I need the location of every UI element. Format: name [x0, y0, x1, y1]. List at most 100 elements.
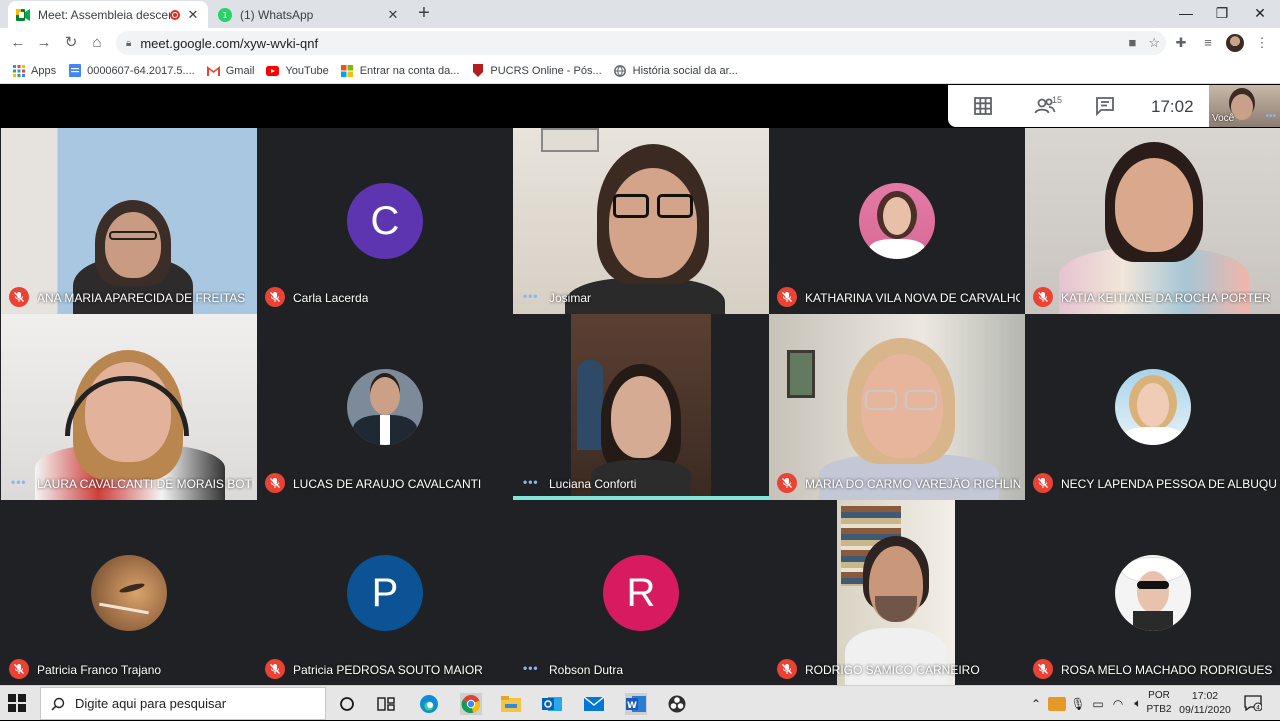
- chat-icon[interactable]: [1094, 95, 1116, 117]
- battery-icon[interactable]: ▭: [1088, 697, 1108, 711]
- participant-tile[interactable]: C Carla Lacerda: [257, 128, 513, 314]
- participant-avatar: C: [347, 183, 423, 259]
- word-icon[interactable]: W: [625, 693, 647, 715]
- bookmark-apps[interactable]: Apps: [12, 64, 56, 77]
- participant-name: NECY LAPENDA PESSOA DE ALBUQUE...: [1061, 477, 1276, 491]
- participant-video: [571, 314, 711, 500]
- search-icon: [51, 697, 65, 711]
- bookmark-youtube[interactable]: YouTube: [266, 64, 329, 77]
- system-clock[interactable]: 17:02 09/11/2020: [1172, 689, 1238, 717]
- bookmark-star-icon[interactable]: ☆: [1148, 35, 1160, 51]
- participant-tile[interactable]: Patricia Franco Trajano: [1, 500, 257, 686]
- system-tray: ⌃ 🎙︎ ▭ ◠ 🔈︎: [1028, 686, 1148, 721]
- bookmark-docs[interactable]: 0000607-64.2017.5....: [68, 64, 195, 77]
- minimize-button[interactable]: —: [1166, 0, 1206, 28]
- new-tab-button[interactable]: +: [414, 3, 434, 24]
- self-view-tile[interactable]: Você •••: [1209, 85, 1280, 127]
- grid-layout-icon[interactable]: [972, 95, 994, 117]
- self-view-label: Você: [1212, 113, 1235, 124]
- tab-whatsapp[interactable]: 1 (1) WhatsApp ✕: [210, 1, 408, 28]
- back-icon[interactable]: ←: [8, 33, 28, 53]
- participant-name: Robson Dutra: [549, 663, 624, 677]
- muted-mic-icon: [265, 473, 285, 493]
- participant-tile[interactable]: ••• LAURA CAVALCANTI DE MORAIS BOTE...: [1, 314, 257, 500]
- profile-avatar[interactable]: [1226, 34, 1244, 52]
- address-bar[interactable]: 🔒︎ meet.google.com/xyw-wvki-qnf ■ ☆: [116, 31, 1166, 55]
- cortana-icon[interactable]: [337, 694, 357, 714]
- mail-icon[interactable]: [584, 694, 604, 714]
- participant-video: [1, 128, 257, 314]
- media-control-icon[interactable]: ≡: [1198, 33, 1218, 53]
- show-hidden-icons-icon[interactable]: ⌃: [1028, 697, 1044, 711]
- tab-meet[interactable]: Meet: Assembleia descentral ✕: [8, 1, 208, 28]
- language-code: POR: [1148, 690, 1170, 701]
- microsoft-icon: [341, 64, 354, 77]
- search-placeholder: Digite aqui para pesquisar: [75, 696, 227, 711]
- audio-indicator-icon: •••: [523, 289, 539, 303]
- participant-tile[interactable]: R ••• Robson Dutra: [513, 500, 769, 686]
- volume-icon[interactable]: 🔈︎: [1128, 696, 1148, 711]
- participant-tile[interactable]: KATIA KEITIANE DA ROCHA PORTER: [1025, 128, 1280, 314]
- participant-name: Patricia Franco Trajano: [37, 663, 162, 677]
- reload-icon[interactable]: ↻: [61, 33, 81, 53]
- participant-avatar: [859, 183, 935, 259]
- participant-tile[interactable]: ••• Josimar: [513, 128, 769, 314]
- forward-icon[interactable]: →: [34, 33, 54, 53]
- participant-tile[interactable]: ANA MARIA APARECIDA DE FREITAS: [1, 128, 257, 314]
- outlook-icon[interactable]: [542, 694, 562, 714]
- microphone-icon[interactable]: 🎙︎: [1068, 697, 1088, 711]
- close-tab-icon[interactable]: ✕: [186, 7, 200, 23]
- tray-app-icon[interactable]: [1048, 696, 1066, 711]
- bookmark-microsoft[interactable]: Entrar na conta da...: [341, 64, 459, 77]
- muted-mic-icon: [9, 287, 29, 307]
- extensions-icon[interactable]: ✚: [1171, 33, 1191, 53]
- edge-browser-icon[interactable]: [419, 694, 439, 714]
- participant-tile[interactable]: ROSA MELO MACHADO RODRIGUES FA...: [1025, 500, 1280, 686]
- muted-mic-icon: [1033, 287, 1053, 307]
- participant-name: ANA MARIA APARECIDA DE FREITAS: [37, 291, 246, 305]
- participant-video: [1, 314, 257, 500]
- window-close-button[interactable]: ✕: [1240, 0, 1280, 28]
- file-explorer-icon[interactable]: [501, 694, 521, 714]
- participant-name: KATHARINA VILA NOVA DE CARVALHO...: [805, 291, 1020, 305]
- bookmark-historia[interactable]: História social da ar...: [614, 64, 738, 77]
- participant-avatar: R: [603, 555, 679, 631]
- bookmark-pucrs[interactable]: PUCRS Online - Pós...: [471, 64, 602, 77]
- more-options-icon[interactable]: •••: [1265, 111, 1276, 122]
- participant-tile[interactable]: MARIA DO CARMO VAREJÃO RICHLIN: [769, 314, 1025, 500]
- participant-name: RODRIGO SAMICO CARNEIRO: [805, 663, 980, 677]
- chrome-browser-icon[interactable]: [460, 693, 482, 715]
- participant-tile[interactable]: LUCAS DE ARAUJO CAVALCANTI: [257, 314, 513, 500]
- home-icon[interactable]: ⌂: [87, 33, 107, 53]
- windows-start-icon[interactable]: [8, 694, 26, 712]
- participant-tile[interactable]: P Patricia PEDROSA SOUTO MAIOR: [257, 500, 513, 686]
- participant-name: Patricia PEDROSA SOUTO MAIOR: [293, 663, 483, 677]
- browser-toolbar: ← → ↻ ⌂ 🔒︎ meet.google.com/xyw-wvki-qnf …: [0, 28, 1280, 58]
- notification-count: 4: [1256, 705, 1260, 712]
- muted-mic-icon: [1033, 659, 1053, 679]
- participant-tile[interactable]: KATHARINA VILA NOVA DE CARVALHO...: [769, 128, 1025, 314]
- menu-icon[interactable]: ⋮: [1252, 33, 1272, 53]
- bookmarks-bar: Apps 0000607-64.2017.5.... Gmail YouTube…: [0, 58, 1280, 84]
- gmail-icon: [206, 64, 220, 77]
- participant-avatar: [91, 555, 167, 631]
- svg-text:W: W: [627, 701, 637, 711]
- close-tab-icon[interactable]: ✕: [386, 7, 400, 23]
- participant-tile[interactable]: NECY LAPENDA PESSOA DE ALBUQUE...: [1025, 314, 1280, 500]
- camera-icon[interactable]: ■: [1128, 35, 1136, 51]
- taskbar-search-box[interactable]: Digite aqui para pesquisar: [40, 687, 326, 720]
- wifi-icon[interactable]: ◠: [1108, 697, 1128, 711]
- tab-title: Meet: Assembleia descentral: [38, 7, 170, 22]
- participant-tile[interactable]: RODRIGO SAMICO CARNEIRO: [769, 500, 1025, 686]
- obs-studio-icon[interactable]: [667, 694, 687, 714]
- bookmark-gmail[interactable]: Gmail: [206, 64, 254, 77]
- maximize-button[interactable]: ❐: [1202, 0, 1242, 28]
- participant-name: LUCAS DE ARAUJO CAVALCANTI: [293, 477, 482, 491]
- participant-tile[interactable]: ••• Luciana Conforti: [513, 314, 769, 500]
- audio-indicator-icon: •••: [523, 475, 539, 489]
- action-center-icon[interactable]: 4: [1244, 695, 1262, 711]
- input-language-indicator[interactable]: POR PTB2: [1146, 689, 1172, 717]
- muted-mic-icon: [265, 287, 285, 307]
- task-view-icon[interactable]: [376, 694, 396, 714]
- participant-video: [513, 128, 769, 314]
